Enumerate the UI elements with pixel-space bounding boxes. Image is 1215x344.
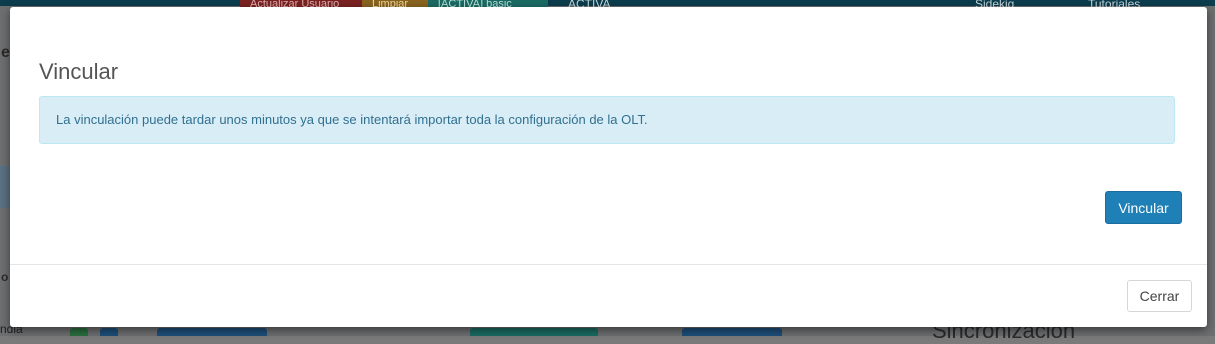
- link-button[interactable]: Vincular: [1105, 191, 1182, 224]
- close-button[interactable]: Cerrar: [1127, 280, 1192, 312]
- bg-left-strip: [0, 166, 10, 208]
- bg-count-badge: [70, 328, 88, 336]
- bg-left-letter: o: [1, 270, 9, 284]
- bg-count-badge: [100, 328, 118, 336]
- modal-title: Vincular: [39, 59, 119, 84]
- link-modal: Vincular La vinculación puede tardar uno…: [10, 7, 1207, 327]
- bg-mikrotik-badge: [157, 328, 267, 336]
- bg-left-letter: e: [1, 44, 10, 61]
- bg-action-button: [470, 328, 598, 336]
- modal-footer-divider: [10, 264, 1207, 265]
- bg-action-icons: [682, 328, 782, 336]
- info-alert: La vinculación puede tardar unos minutos…: [39, 96, 1175, 144]
